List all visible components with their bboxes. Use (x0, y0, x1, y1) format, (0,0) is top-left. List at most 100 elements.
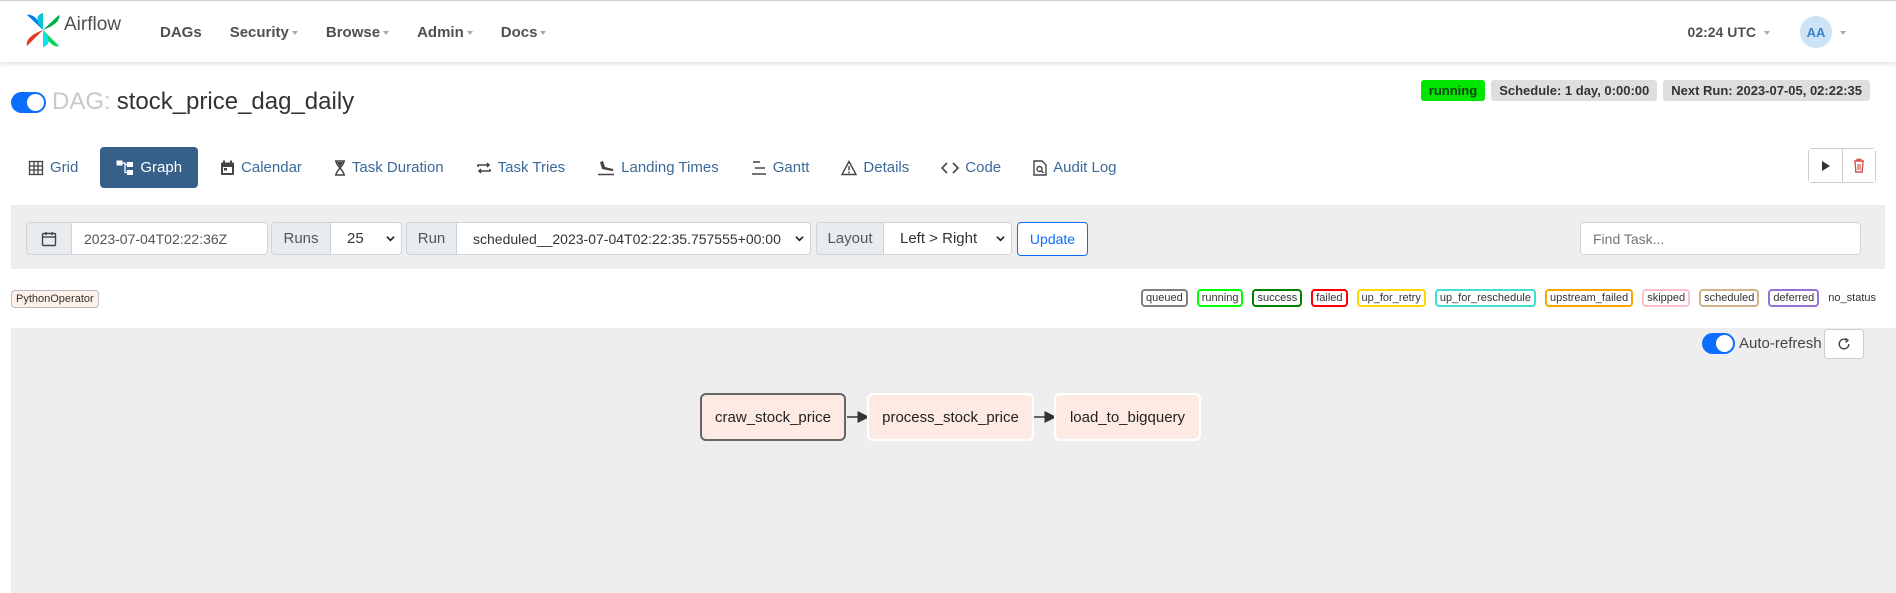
repeat-icon (476, 160, 492, 176)
auto-refresh-label: Auto-refresh (1739, 335, 1822, 352)
tab-details-label: Details (863, 159, 910, 176)
layout-select-value: Left > Right (900, 230, 978, 247)
legend-no-status[interactable]: no_status (1828, 289, 1876, 307)
tab-landing-times-label: Landing Times (621, 159, 719, 176)
legend-scheduled[interactable]: scheduled (1699, 289, 1760, 307)
code-icon (941, 161, 960, 175)
legend-upstream-failed[interactable]: upstream_failed (1544, 289, 1634, 307)
nav-browse[interactable]: Browse (325, 23, 390, 41)
legend-running[interactable]: running (1196, 289, 1244, 307)
state-badge: running (1420, 80, 1486, 101)
graph-canvas[interactable]: Auto-refresh craw_stock_price process_st… (11, 328, 1896, 593)
tab-details[interactable]: Details (831, 147, 919, 188)
hourglass-icon (334, 159, 346, 176)
main-menu: DAGs Security Browse Admin Docs (160, 1, 574, 63)
runs-select[interactable]: 25 (331, 222, 402, 255)
tab-task-duration-label: Task Duration (351, 159, 444, 176)
base-date-group: 2023-07-04T02:22:36Z (26, 222, 268, 255)
caret-down-icon (383, 31, 390, 35)
legend-deferred[interactable]: deferred (1768, 289, 1820, 307)
tab-task-tries-label: Task Tries (497, 159, 566, 176)
caret-down-icon (291, 31, 298, 35)
tab-task-duration[interactable]: Task Duration (324, 147, 454, 188)
clock-text: 02:24 UTC (1687, 24, 1756, 40)
file-search-icon (1033, 159, 1047, 176)
tab-calendar-label: Calendar (241, 159, 302, 176)
refresh-icon (1838, 337, 1850, 350)
legend-skipped[interactable]: skipped (1642, 289, 1691, 307)
caret-down-icon (1840, 31, 1846, 35)
dag-status-badges: running Schedule: 1 day, 0:00:00 Next Ru… (1415, 80, 1870, 101)
grid-icon (28, 160, 44, 176)
user-menu[interactable]: AA (1800, 16, 1846, 48)
task-node-process-stock-price[interactable]: process_stock_price (867, 393, 1034, 441)
nav-browse-label: Browse (325, 23, 381, 41)
nav-docs[interactable]: Docs (501, 24, 547, 41)
tab-task-tries[interactable]: Task Tries (466, 147, 576, 188)
legend-up-for-reschedule[interactable]: up_for_reschedule (1434, 289, 1536, 307)
auto-refresh-toggle[interactable] (1702, 333, 1735, 354)
dag-pause-toggle[interactable] (11, 91, 46, 113)
tab-code-label: Code (965, 159, 1002, 176)
tab-code[interactable]: Code (931, 147, 1011, 188)
graph-filter-bar: 2023-07-04T02:22:36Z Runs 25 Run schedul… (11, 205, 1885, 269)
trigger-dag-button[interactable] (1809, 149, 1842, 182)
task-node-craw-stock-price[interactable]: craw_stock_price (700, 393, 846, 441)
play-icon (1821, 160, 1830, 171)
nav-dags-label: DAGs (160, 23, 202, 41)
timezone-clock-dropdown[interactable]: 02:24 UTC (1688, 24, 1770, 40)
legend-queued[interactable]: queued (1141, 289, 1188, 307)
dag-view-tabs: Grid Graph Calendar Task Duration Task T… (18, 147, 1139, 188)
layout-group: Layout Left > Right (816, 222, 1012, 255)
legend-success[interactable]: success (1252, 289, 1303, 307)
task-node-label: process_stock_price (882, 408, 1019, 426)
brand-text: Airflow (64, 14, 122, 35)
nav-dags[interactable]: DAGs (160, 24, 202, 41)
trash-icon (1854, 158, 1864, 173)
tab-audit-log[interactable]: Audit Log (1023, 147, 1126, 188)
task-node-load-to-bigquery[interactable]: load_to_bigquery (1054, 393, 1201, 441)
warning-triangle-icon (841, 159, 858, 176)
tab-landing-times[interactable]: Landing Times (587, 147, 729, 188)
task-node-label: craw_stock_price (715, 408, 831, 426)
tab-graph[interactable]: Graph (100, 147, 199, 188)
tab-calendar[interactable]: Calendar (210, 147, 312, 188)
find-task-input[interactable] (1580, 222, 1861, 255)
nav-admin[interactable]: Admin (417, 24, 473, 41)
date-picker-button[interactable] (26, 222, 72, 255)
legend-up-for-retry[interactable]: up_for_retry (1356, 289, 1426, 307)
chevron-down-icon (996, 236, 1005, 242)
brand-logo-link[interactable]: Airflow (24, 11, 121, 49)
dag-actions (1808, 148, 1876, 183)
runs-label: Runs (271, 222, 331, 255)
runs-group: Runs 25 (271, 222, 402, 255)
nav-security-label: Security (229, 23, 289, 41)
tab-grid[interactable]: Grid (18, 147, 88, 188)
runs-select-value: 25 (347, 230, 364, 247)
operator-legend-python[interactable]: PythonOperator (11, 290, 99, 308)
next-run-badge[interactable]: Next Run: 2023-07-05, 02:22:35 (1663, 80, 1870, 101)
graph-icon (116, 160, 134, 176)
caret-down-icon (1764, 31, 1770, 35)
graph-edges (847, 411, 1057, 423)
top-navbar: Airflow DAGs Security Browse Admin Docs … (0, 0, 1896, 62)
nav-security[interactable]: Security (230, 24, 298, 41)
update-button[interactable]: Update (1017, 222, 1088, 256)
chevron-down-icon (386, 236, 395, 242)
layout-select[interactable]: Left > Right (884, 222, 1012, 255)
nav-docs-label: Docs (500, 23, 538, 41)
task-node-label: load_to_bigquery (1069, 408, 1186, 426)
plane-landing-icon (597, 160, 615, 176)
gantt-icon (751, 160, 767, 176)
tab-gantt[interactable]: Gantt (741, 147, 820, 188)
tab-gantt-label: Gantt (772, 159, 810, 176)
delete-dag-button[interactable] (1842, 149, 1875, 182)
run-select[interactable]: scheduled__2023-07-04T02:22:35.757555+00… (457, 222, 811, 255)
refresh-button[interactable] (1824, 329, 1864, 359)
dag-header: DAG: stock_price_dag_daily (11, 88, 354, 116)
caret-down-icon (466, 31, 473, 35)
base-date-input[interactable]: 2023-07-04T02:22:36Z (72, 222, 268, 255)
run-group: Run scheduled__2023-07-04T02:22:35.75755… (406, 222, 811, 255)
legend-failed[interactable]: failed (1311, 289, 1348, 307)
tab-grid-label: Grid (50, 159, 79, 176)
